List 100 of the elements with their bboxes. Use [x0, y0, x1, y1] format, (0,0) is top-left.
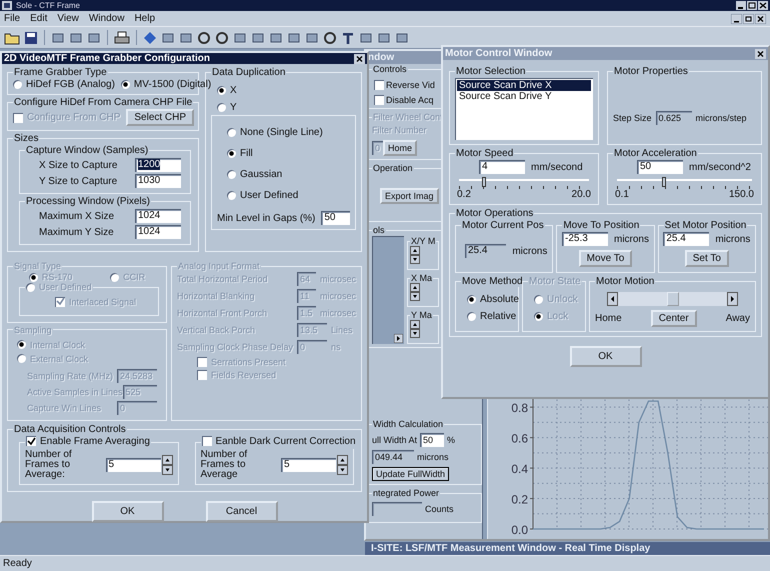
- unit-label: Counts: [425, 504, 454, 514]
- current-position-field[interactable]: 25.4: [465, 244, 506, 258]
- tool-icon[interactable]: [395, 30, 409, 44]
- tool-icon[interactable]: [51, 30, 65, 44]
- min-level-field[interactable]: 50: [321, 211, 350, 225]
- save-icon[interactable]: [24, 30, 38, 44]
- spin-buttons-icon[interactable]: [162, 454, 172, 474]
- tool-icon[interactable]: [87, 30, 101, 44]
- minimize-icon[interactable]: [731, 14, 742, 24]
- group-label: Motor Current Pos: [461, 220, 545, 231]
- tool-icon[interactable]: [377, 30, 391, 44]
- checkbox[interactable]: [374, 80, 384, 90]
- slider[interactable]: [617, 179, 752, 189]
- close-icon[interactable]: [354, 54, 365, 64]
- frames-field[interactable]: 5: [281, 458, 336, 472]
- ring-icon[interactable]: [197, 30, 211, 44]
- tool-icon[interactable]: [161, 30, 175, 44]
- export-image-button[interactable]: Export Imag: [380, 188, 439, 204]
- motion-scrollbar[interactable]: [607, 292, 738, 306]
- ring-icon[interactable]: [215, 30, 229, 44]
- checkbox[interactable]: [26, 436, 36, 446]
- spin-buttons-icon[interactable]: [410, 283, 420, 301]
- slider-thumb[interactable]: [482, 177, 486, 187]
- group-label: X/Y M: [410, 236, 436, 246]
- size-field[interactable]: 1030: [135, 174, 181, 188]
- minimized-window-bar[interactable]: I-SITE: LSF/MTF Measurement Window - Real Time Display: [365, 542, 770, 555]
- scroll-right-icon[interactable]: [727, 292, 738, 306]
- minimize-icon[interactable]: [736, 1, 746, 10]
- close-icon[interactable]: [755, 48, 766, 58]
- menu-item[interactable]: View: [57, 13, 79, 24]
- menu-item[interactable]: Edit: [30, 13, 48, 24]
- tool-icon[interactable]: [305, 30, 319, 44]
- size-field[interactable]: 1024: [135, 225, 181, 239]
- tool-icon[interactable]: [233, 30, 247, 44]
- menu-item[interactable]: Window: [88, 13, 124, 24]
- radio-button[interactable]: [120, 80, 130, 89]
- spin-buttons-icon[interactable]: [337, 455, 348, 475]
- radio-button[interactable]: [467, 312, 476, 321]
- radio-button[interactable]: [227, 149, 236, 158]
- tool-icon[interactable]: [359, 30, 373, 44]
- radio-button[interactable]: [467, 295, 476, 304]
- step-size-field[interactable]: 0.625: [656, 111, 692, 125]
- update-fullwidth-button[interactable]: Update FullWidth: [372, 467, 450, 481]
- checkbox[interactable]: [374, 95, 384, 105]
- result-field[interactable]: 049.44: [372, 450, 414, 464]
- radio-label: Absolute: [480, 294, 519, 305]
- close-icon[interactable]: [755, 14, 766, 24]
- text-tool-icon[interactable]: [341, 30, 355, 44]
- status-text: Ready: [3, 558, 32, 569]
- tool-icon[interactable]: [287, 30, 301, 44]
- spin-buttons-icon[interactable]: [410, 320, 420, 338]
- ok-button[interactable]: OK: [570, 346, 642, 367]
- value-field[interactable]: 4: [479, 160, 525, 174]
- size-field[interactable]: 1200: [135, 158, 181, 172]
- radio-button[interactable]: [13, 80, 22, 89]
- group-label: Operation: [372, 163, 414, 173]
- group-label: Data Duplication: [211, 67, 286, 78]
- field-label: Y Size to Capture: [39, 176, 118, 186]
- diamond-icon[interactable]: [143, 30, 157, 44]
- tool-icon[interactable]: [179, 30, 193, 44]
- radio-button[interactable]: [227, 191, 236, 200]
- list-item[interactable]: Source Scan Drive X: [457, 80, 591, 91]
- restore-icon[interactable]: [743, 14, 754, 24]
- position-button[interactable]: Set To: [684, 250, 729, 267]
- ring-icon[interactable]: [323, 30, 337, 44]
- center-button[interactable]: Center: [650, 310, 697, 327]
- frames-field[interactable]: 5: [106, 458, 160, 472]
- full-width-field[interactable]: 50: [420, 433, 444, 447]
- radio-button[interactable]: [217, 86, 226, 95]
- printer-icon[interactable]: [114, 30, 130, 44]
- maximize-icon[interactable]: [747, 1, 757, 10]
- tool-icon[interactable]: [251, 30, 265, 44]
- tool-icon[interactable]: [269, 30, 283, 44]
- size-field[interactable]: 1024: [135, 209, 181, 223]
- tool-icon[interactable]: [69, 30, 83, 44]
- checkbox[interactable]: [202, 436, 212, 446]
- scroll-right-icon[interactable]: [394, 334, 403, 343]
- menu-item[interactable]: Help: [134, 13, 156, 24]
- scroll-thumb[interactable]: [666, 292, 678, 306]
- position-field[interactable]: 25.4: [663, 232, 710, 246]
- list-item[interactable]: Source Scan Drive Y: [457, 91, 591, 102]
- max-label: 150.0: [728, 189, 754, 200]
- position-field[interactable]: -25.3: [562, 232, 608, 246]
- menu-item[interactable]: File: [4, 13, 20, 24]
- radio-label: MV-1500 (Digital): [134, 79, 212, 90]
- dialog-button[interactable]: Cancel: [206, 501, 278, 522]
- radio-button[interactable]: [217, 103, 226, 112]
- slider-thumb[interactable]: [662, 177, 666, 187]
- folder-icon[interactable]: [4, 30, 20, 44]
- value-field[interactable]: 50: [637, 160, 683, 174]
- radio-label: Fill: [240, 148, 253, 159]
- y-tick-label: 0.6: [511, 432, 528, 446]
- group-label: Frame Grabber Type: [13, 67, 108, 78]
- dialog-button[interactable]: OK: [92, 501, 164, 522]
- position-button[interactable]: Move To: [578, 250, 632, 267]
- scroll-left-icon[interactable]: [607, 292, 618, 306]
- close-icon[interactable]: [758, 1, 768, 10]
- spin-buttons-icon[interactable]: [410, 246, 420, 264]
- radio-button[interactable]: [227, 170, 236, 179]
- radio-button[interactable]: [227, 128, 236, 137]
